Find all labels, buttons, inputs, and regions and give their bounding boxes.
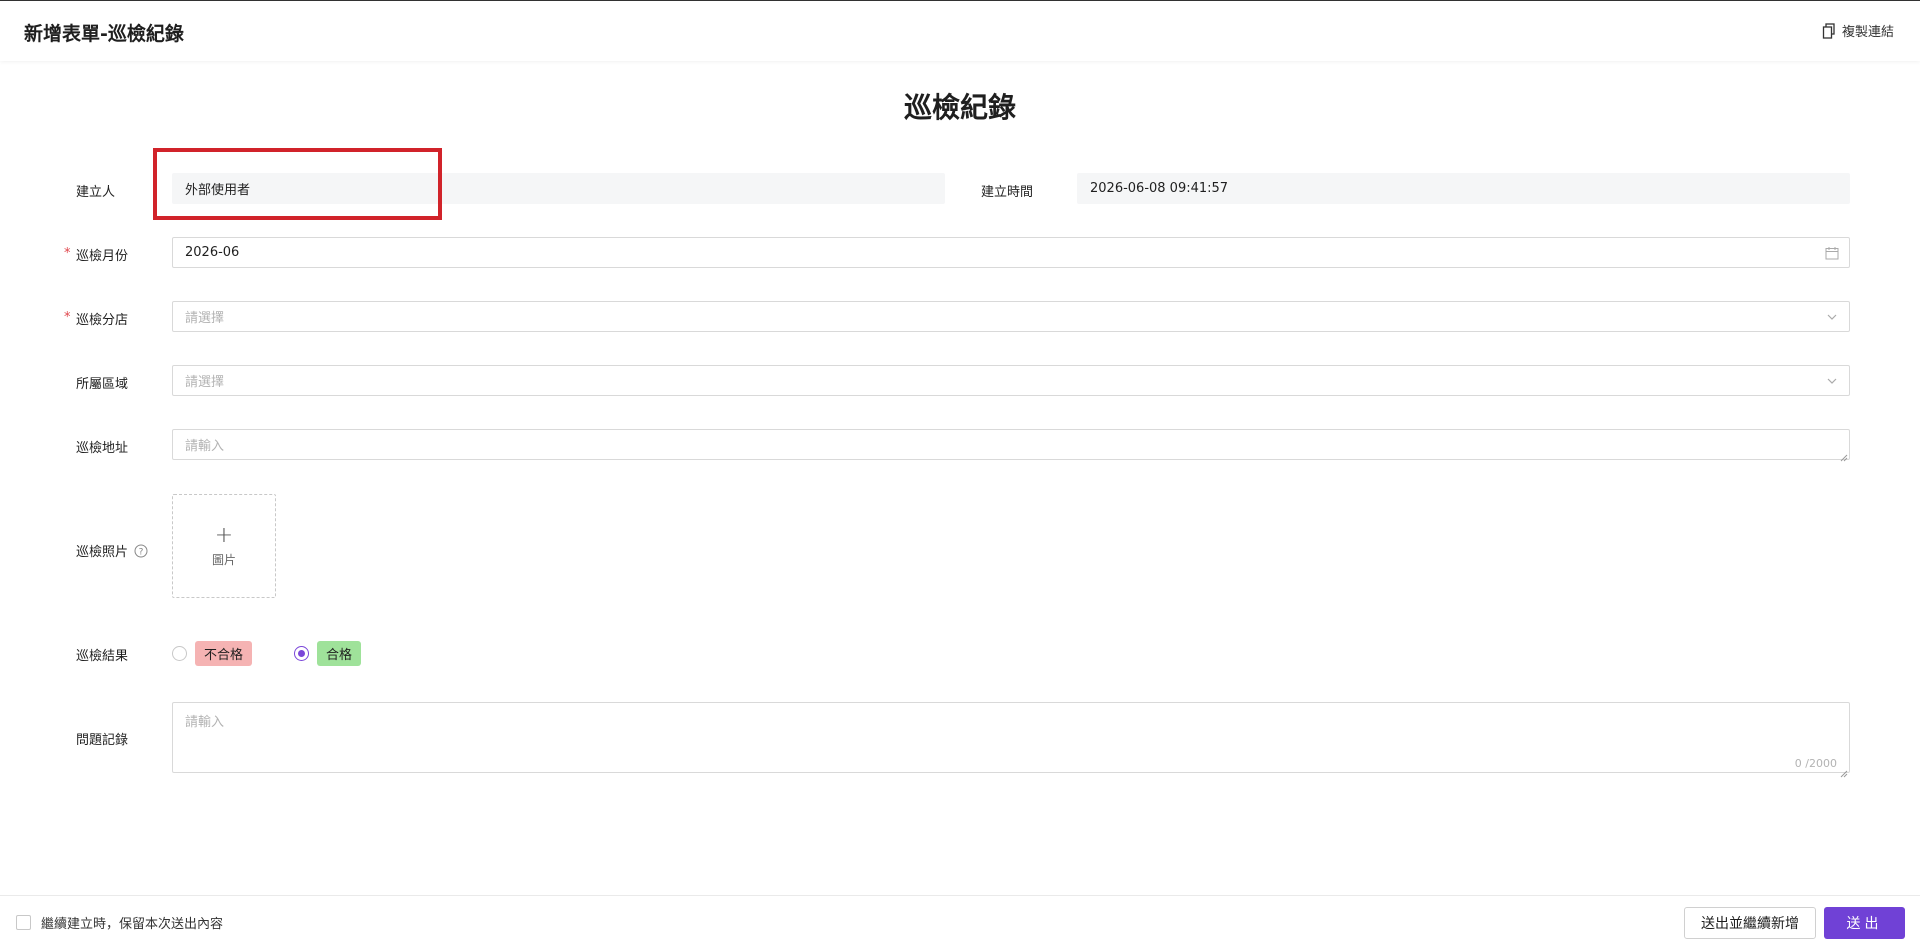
pass-tag: 合格 xyxy=(317,641,362,666)
keep-content-option[interactable]: 繼續建立時，保留本次送出內容 xyxy=(16,913,223,932)
result-option-pass[interactable]: 合格 xyxy=(294,641,362,666)
radio-pass[interactable] xyxy=(294,646,309,661)
keep-content-checkbox[interactable] xyxy=(16,915,31,930)
copy-link-button[interactable]: 複製連結 xyxy=(1822,21,1894,40)
month-label: * 巡檢月份 xyxy=(64,246,129,264)
copy-link-label: 複製連結 xyxy=(1841,25,1894,40)
address-label: 巡檢地址 xyxy=(76,441,129,456)
result-option-fail[interactable]: 不合格 xyxy=(172,641,253,666)
char-counter: 0 /2000 xyxy=(1794,757,1837,770)
submit-button[interactable]: 送出 xyxy=(1824,907,1905,939)
radio-fail[interactable] xyxy=(172,646,187,661)
created-time-label: 建立時間 xyxy=(981,185,1034,200)
issues-placeholder: 請輸入 xyxy=(185,715,225,730)
month-picker[interactable]: 2026-06 xyxy=(172,237,1850,268)
fail-tag: 不合格 xyxy=(195,641,253,666)
creator-value: 外部使用者 xyxy=(185,183,251,198)
required-mark: * xyxy=(64,310,71,325)
required-mark: * xyxy=(64,246,71,261)
region-select[interactable]: 請選擇 xyxy=(172,365,1850,396)
resize-handle-icon[interactable] xyxy=(1840,763,1848,778)
resize-handle-icon[interactable] xyxy=(1840,450,1848,462)
footer-bar: 繼續建立時，保留本次送出內容 送出並繼續新增 送出 xyxy=(0,895,1920,946)
creator-label: 建立人 xyxy=(76,185,116,200)
chevron-down-icon xyxy=(1825,310,1839,324)
help-icon[interactable]: ? xyxy=(134,544,148,558)
month-value: 2026-06 xyxy=(185,245,240,260)
photo-label: 巡檢照片 ? xyxy=(76,541,148,560)
issues-label: 問題記錄 xyxy=(76,733,129,748)
page-title: 新增表單-巡檢紀錄 xyxy=(24,23,184,45)
photo-upload-button[interactable]: + 圖片 xyxy=(172,494,276,598)
region-label: 所屬區域 xyxy=(76,377,129,392)
result-label: 巡檢結果 xyxy=(76,649,129,664)
created-time-value: 2026-06-08 09:41:57 xyxy=(1090,181,1229,196)
created-time-field: 2026-06-08 09:41:57 xyxy=(1077,173,1850,204)
keep-content-label: 繼續建立時，保留本次送出內容 xyxy=(41,917,224,932)
branch-label: * 巡檢分店 xyxy=(64,310,129,328)
creator-field: 外部使用者 xyxy=(172,173,945,204)
calendar-icon xyxy=(1825,246,1839,260)
chevron-down-icon xyxy=(1825,374,1839,388)
page-header: 新增表單-巡檢紀錄 複製連結 xyxy=(0,1,1920,61)
form-title: 巡檢紀錄 xyxy=(903,91,1016,124)
svg-text:?: ? xyxy=(139,547,144,557)
issues-textarea[interactable]: 請輸入 0 /2000 xyxy=(172,702,1850,778)
submit-and-continue-button[interactable]: 送出並繼續新增 xyxy=(1684,907,1816,939)
region-placeholder: 請選擇 xyxy=(185,375,225,390)
address-input[interactable]: 請輸入 xyxy=(172,429,1850,462)
branch-select[interactable]: 請選擇 xyxy=(172,301,1850,332)
branch-placeholder: 請選擇 xyxy=(185,311,225,326)
address-placeholder: 請輸入 xyxy=(185,439,225,454)
upload-label: 圖片 xyxy=(211,552,236,567)
plus-icon: + xyxy=(214,522,234,548)
copy-icon xyxy=(1822,22,1836,39)
